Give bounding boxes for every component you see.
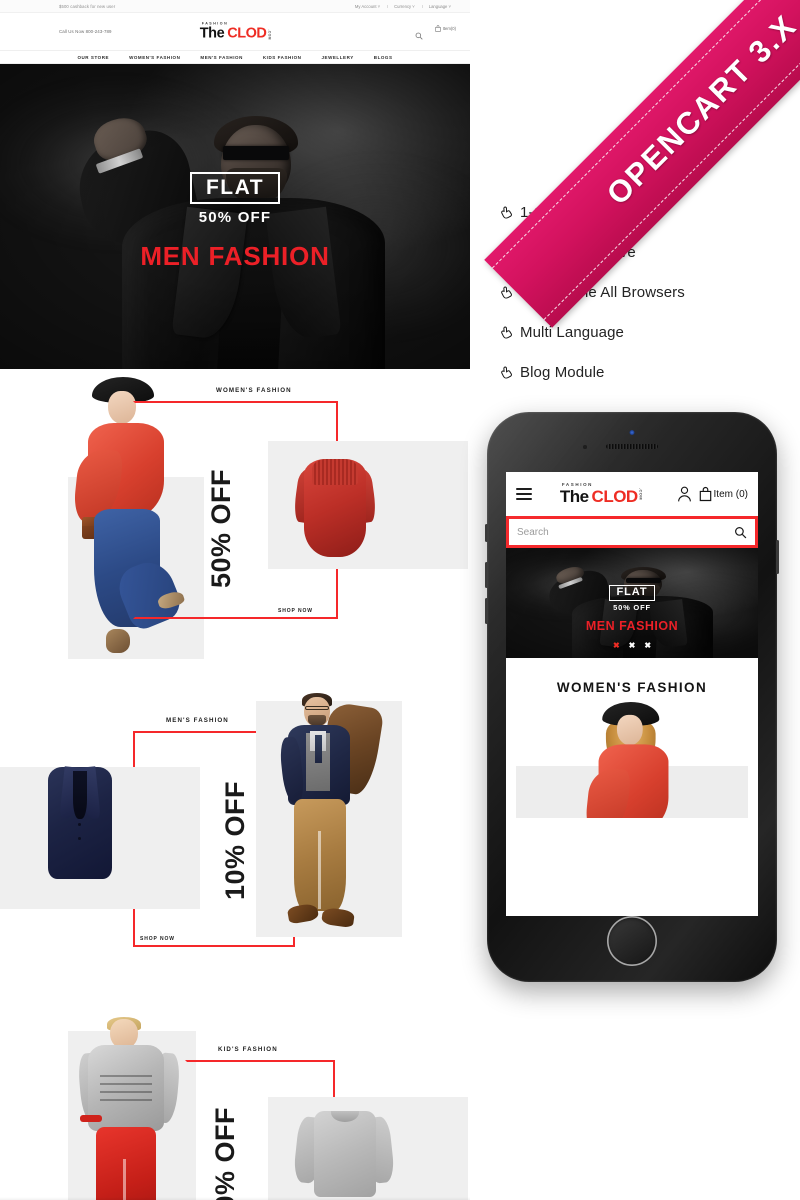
search-icon[interactable] [734, 526, 747, 539]
front-camera-icon [629, 430, 635, 435]
kids-discount: 20% OFF [210, 1107, 240, 1200]
mobile-logo-the: The [559, 487, 589, 507]
phone-home-button[interactable] [607, 916, 657, 966]
logo-wordmark: The CLOD .COM [199, 25, 272, 42]
kids-model-image [74, 1017, 182, 1200]
ribbon-band: OPENCART 3.X [484, 0, 800, 328]
nav-kids-fashion[interactable]: KIDS FASHION [263, 55, 302, 60]
category-block-kids: KID'S FASHION 20% OFF [0, 1017, 470, 1200]
women-shop-now[interactable]: SHOP NOW [278, 608, 313, 614]
mobile-cart-label: Item (0) [713, 488, 748, 500]
carousel-indicators: ✖ ✖ ✖ [506, 642, 758, 650]
hand-pointer-icon [500, 365, 520, 380]
corner-ribbon: OPENCART 3.X [470, 0, 800, 330]
topbar-link-language[interactable]: Language ˅ [421, 4, 458, 9]
logo-com: .COM [267, 29, 272, 41]
category-block-women: WOMEN'S FASHION 50% OFF SHOP NOW [0, 369, 470, 689]
hero-banner[interactable]: FLAT 50% OFF MEN FASHION [0, 64, 470, 369]
mobile-site-header: FASHION The CLOD .COM Item (0) [506, 472, 758, 516]
call-us-text: Call Us Now 800-243-789 [59, 29, 112, 34]
hero-title: MEN FASHION [140, 241, 330, 271]
logo-clod: CLOD [227, 25, 267, 42]
mobile-cart-button[interactable]: Item (0) [699, 486, 748, 502]
men-model-image [262, 691, 387, 961]
mobile-women-section: WOMEN'S FASHION [506, 658, 758, 818]
nav-womens-fashion[interactable]: WOMEN'S FASHION [129, 55, 180, 60]
mobile-search-bar: Search [506, 516, 758, 548]
cart-button[interactable]: Item(0) [435, 25, 456, 32]
hero-text-block: FLAT 50% OFF MEN FASHION [0, 172, 470, 269]
desktop-site-preview: $500 cashback for new user My Account ˅ … [0, 0, 470, 1200]
carousel-dot-3[interactable]: ✖ [644, 642, 651, 650]
promo-message: $500 cashback for new user [59, 3, 116, 9]
men-product-image [38, 757, 122, 882]
search-placeholder: Search [517, 526, 549, 538]
phone-screen: FASHION The CLOD .COM Item (0) Search FL… [506, 472, 758, 916]
mobile-section-title: WOMEN'S FASHION [556, 680, 708, 695]
mobile-logo-clod: CLOD [591, 487, 639, 507]
men-shop-now[interactable]: SHOP NOW [140, 936, 175, 942]
hero-flat-badge: FLAT [189, 172, 281, 204]
kids-product-image [292, 1103, 396, 1199]
nav-blogs[interactable]: BLOGS [374, 55, 393, 60]
site-logo[interactable]: FASHION The CLOD .COM [199, 21, 272, 42]
mobile-header-actions: Item (0) [677, 486, 748, 502]
women-discount: 50% OFF [206, 469, 236, 589]
phone-volume-up-button[interactable] [485, 562, 488, 588]
category-block-men: MEN'S FASHION 10% OFF SHOP NOW [0, 689, 470, 1019]
phone-mockup: FASHION The CLOD .COM Item (0) Search FL… [485, 412, 779, 982]
utility-topbar: $500 cashback for new user My Account ˅ … [0, 0, 470, 13]
phone-volume-down-button[interactable] [485, 598, 488, 624]
logo-the: The [199, 25, 225, 42]
men-category-label: MEN'S FASHION [166, 717, 229, 724]
header-actions: Item(0) [415, 13, 456, 50]
mobile-women-model-image [582, 702, 679, 818]
carousel-dot-1[interactable]: ✖ [613, 642, 620, 650]
nav-our-store[interactable]: OUR STORE [77, 55, 109, 60]
proximity-sensor-icon [583, 445, 587, 449]
feature-label: Blog Module [520, 363, 605, 381]
ribbon-label: OPENCART 3.X [599, 7, 800, 212]
topbar-link-currency[interactable]: Currency ˅ [387, 4, 422, 9]
phone-mute-switch[interactable] [485, 524, 488, 542]
men-discount: 10% OFF [220, 781, 250, 901]
mobile-hero-discount: 50% OFF [613, 603, 651, 612]
topbar-links: My Account ˅ Currency ˅ Language ˅ [348, 4, 458, 9]
kids-category-label: KID'S FASHION [218, 1046, 278, 1053]
earpiece-speaker [606, 444, 658, 449]
phone-power-button[interactable] [776, 540, 779, 574]
hero-discount: 50% OFF [198, 209, 272, 226]
promo-screenshot: $500 cashback for new user My Account ˅ … [0, 0, 800, 1200]
search-input[interactable]: Search [509, 519, 755, 545]
cart-count-label: Item(0) [442, 26, 456, 31]
women-category-label: WOMEN'S FASHION [216, 387, 292, 394]
women-product-image [292, 447, 378, 559]
mobile-hero-title: MEN FASHION [585, 619, 679, 633]
mobile-hero-flat-badge: FLAT [608, 585, 656, 601]
search-icon[interactable] [415, 32, 423, 40]
nav-mens-fashion[interactable]: MEN'S FASHION [200, 55, 242, 60]
mobile-hero-banner[interactable]: FLAT 50% OFF MEN FASHION ✖ ✖ ✖ [506, 548, 758, 658]
site-header: Call Us Now 800-243-789 FASHION The CLOD… [0, 13, 470, 50]
carousel-dot-2[interactable]: ✖ [629, 642, 636, 650]
user-icon[interactable] [677, 486, 692, 502]
bag-icon [699, 486, 711, 502]
nav-jewellery[interactable]: JEWELLERY [321, 55, 353, 60]
main-navigation: OUR STORE WOMEN'S FASHION MEN'S FASHION … [0, 50, 470, 64]
bag-icon [435, 25, 441, 32]
topbar-link-my-account[interactable]: My Account ˅ [348, 4, 387, 9]
hamburger-menu-icon[interactable] [516, 488, 532, 500]
mobile-hero-text: FLAT 50% OFF MEN FASHION [506, 582, 758, 633]
feature-item: Blog Module [500, 352, 790, 392]
mobile-logo-com: .COM [638, 488, 644, 501]
mobile-logo-wordmark: The CLOD .COM [559, 487, 644, 507]
mobile-site-logo[interactable]: FASHION The CLOD .COM [559, 482, 644, 507]
